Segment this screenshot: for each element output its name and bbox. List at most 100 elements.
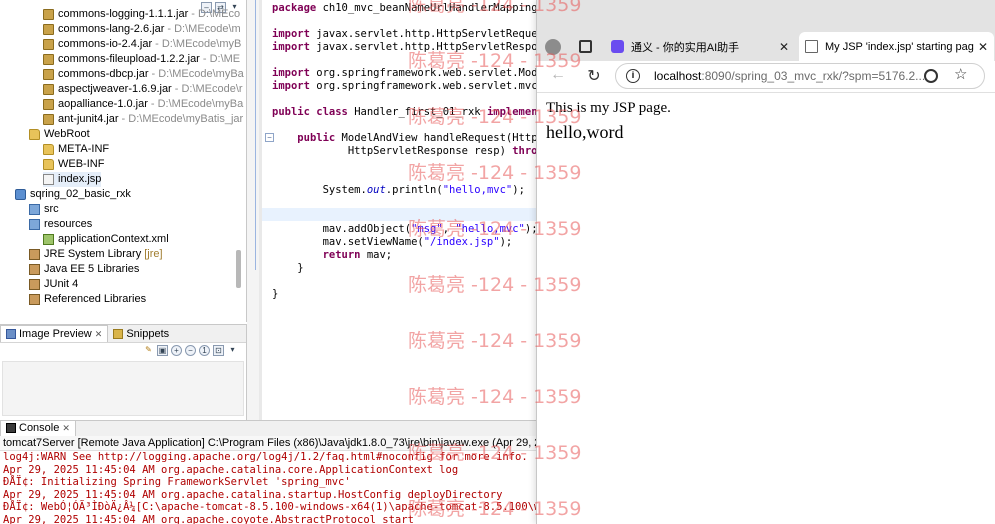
tree-item[interactable]: commons-dbcp.jar - D:\MEcode\myBa	[43, 67, 244, 82]
code-token: import	[272, 67, 310, 79]
jar-icon	[43, 54, 54, 65]
console-line: Apr 29, 2025 11:45:04 AM org.apache.cata…	[3, 488, 503, 501]
tree-item[interactable]: Java EE 5 Libraries	[29, 262, 139, 277]
zoom-out-icon[interactable]: −	[185, 345, 196, 356]
tree-item[interactable]: aspectjweaver-1.6.9.jar - D:\MEcode\r	[43, 82, 243, 97]
fit-window-icon[interactable]: ⊡	[213, 345, 224, 356]
view-menu-icon[interactable]: ▾	[227, 345, 238, 356]
tree-item-path: [jre]	[144, 248, 163, 260]
favorite-star-icon[interactable]: ☆	[954, 65, 967, 83]
code-token: import	[272, 28, 310, 40]
back-button[interactable]: ←	[548, 66, 568, 84]
code-token: class	[316, 106, 348, 118]
tree-item[interactable]: applicationContext.xml	[43, 232, 169, 247]
close-icon[interactable]: ✕	[95, 329, 103, 340]
code-token: ch10_mvc_beanNameUrlHandlerMapping;	[316, 2, 536, 14]
tree-item[interactable]: index.jsp	[43, 172, 102, 187]
tree-item-label: index.jsp	[58, 173, 102, 185]
profile-icon[interactable]	[545, 39, 561, 55]
code-token: "/index.jsp"	[423, 236, 500, 248]
code-line: }	[272, 262, 304, 275]
jar-icon	[43, 69, 54, 80]
console-output[interactable]: log4j:WARN See http://logging.apache.org…	[0, 451, 540, 524]
close-icon[interactable]: ✕	[62, 423, 70, 434]
tree-item[interactable]: aopalliance-1.0.jar - D:\MEcode\myBa	[43, 97, 243, 112]
browser-tab-title: My JSP 'index.jsp' starting page	[825, 40, 974, 53]
tree-item[interactable]: commons-lang-2.6.jar - D:\MEcode\m	[43, 22, 241, 37]
tab-image-preview[interactable]: Image Preview ✕	[0, 325, 109, 342]
browser-tab-tongyi[interactable]: 通义 - 你的实用AI助手 ✕	[605, 32, 795, 61]
tree-item[interactable]: Referenced Libraries	[29, 292, 146, 307]
tree-item-label: src	[44, 203, 59, 215]
tree-item[interactable]: sqring_02_basic_rxk	[15, 187, 131, 202]
code-token: public	[297, 132, 336, 144]
code-token: javax.servlet.http.HttpServletRequest;	[309, 28, 536, 40]
tab-actions-icon[interactable]	[579, 40, 592, 53]
code-token: package	[272, 2, 317, 14]
code-token: System.	[272, 184, 367, 196]
code-token: }	[272, 262, 304, 274]
tree-item[interactable]: WEB-INF	[43, 157, 104, 172]
tree-item-label: commons-io-2.4.jar	[58, 38, 153, 50]
tree-item[interactable]: ant-junit4.jar - D:\MEcode\myBatis_jar	[43, 112, 243, 127]
tree-item[interactable]: commons-io-2.4.jar - D:\MEcode\myB	[43, 37, 241, 52]
tree-item-label: commons-fileupload-1.2.2.jar	[58, 53, 200, 65]
console-line: ÐÅÏ¢: Initializing Spring FrameworkServl…	[3, 476, 351, 488]
code-token: .println(	[385, 184, 443, 196]
url-host: localhost	[654, 69, 702, 83]
save-image-icon[interactable]: ▣	[157, 345, 168, 356]
code-line: }	[272, 288, 278, 301]
console-line: log4j:WARN See http://logging.apache.org…	[3, 451, 528, 463]
code-token: "hello,mvc"	[442, 184, 513, 196]
tree-scrollbar[interactable]	[236, 250, 241, 288]
file-icon	[43, 174, 54, 185]
tab-console[interactable]: Console ✕	[0, 421, 76, 436]
browser-tab-title: 通义 - 你的实用AI助手	[631, 41, 740, 54]
page-output: hello,word	[546, 122, 624, 142]
tree-item[interactable]: resources	[29, 217, 92, 232]
tree-item[interactable]: commons-fileupload-1.2.2.jar - D:\ME	[43, 52, 240, 67]
fold-toggle-icon[interactable]: −	[265, 133, 274, 142]
console-icon	[6, 423, 16, 433]
code-line: return mav;	[272, 249, 393, 262]
tree-item[interactable]: META-INF	[43, 142, 109, 157]
pin-icon[interactable]: ✎	[143, 345, 154, 356]
image-icon	[6, 329, 16, 339]
proj-icon	[15, 189, 26, 200]
tree-item-label: ant-junit4.jar	[58, 113, 119, 125]
browser-titlebar	[537, 0, 995, 28]
console-line: ÐÅÏ¢: WebÓ¦ÓÃ³ÌÐòÄ¿Â¼[C:\apache-tomcat-8…	[3, 501, 540, 513]
change-bar	[255, 0, 256, 270]
lib-icon	[29, 249, 40, 260]
jar-icon	[43, 114, 54, 125]
tree-item[interactable]: src	[29, 202, 59, 217]
code-token: );	[499, 236, 513, 248]
preview-toolbar: ✎ ▣ + − 1 ⊡ ▾	[143, 345, 238, 356]
reload-button[interactable]: ↻	[584, 66, 604, 86]
tab-snippets[interactable]: Snippets	[108, 325, 174, 342]
tree-item[interactable]: JUnit 4	[29, 277, 78, 292]
zoom-in-icon[interactable]: +	[171, 345, 182, 356]
code-token: implements	[486, 106, 536, 118]
tree-item-label: WEB-INF	[58, 158, 105, 170]
tree-item[interactable]: WebRoot	[29, 127, 90, 142]
tree-item-path: - D:\MEcode\myBa	[150, 98, 244, 110]
close-tab-icon[interactable]: ✕	[978, 40, 988, 54]
tree-item-label: aopalliance-1.0.jar	[58, 98, 148, 110]
pkg-icon	[29, 204, 40, 215]
package-explorer: – ⇄ ▾ commons-logging-1.1.1.jar - D:\MEco…	[0, 0, 247, 322]
translate-icon[interactable]	[924, 69, 938, 83]
code-line: import javax.servlet.http.HttpServletRes…	[272, 41, 536, 54]
code-token: );	[524, 223, 536, 235]
site-info-icon[interactable]: i	[626, 69, 640, 83]
close-tab-icon[interactable]: ✕	[779, 40, 789, 54]
browser-tab-jsp[interactable]: My JSP 'index.jsp' starting page ✕	[799, 32, 994, 61]
tree-item[interactable]: JRE System Library [jre]	[29, 247, 163, 262]
tree-item[interactable]: commons-logging-1.1.1.jar - D:\MEco	[43, 7, 240, 22]
tree-item-label: commons-lang-2.6.jar	[58, 23, 165, 35]
code-token: }	[272, 288, 279, 300]
code-token: org.springframework.web.servlet.mvc.Cont…	[316, 80, 536, 92]
folder-icon	[43, 144, 54, 155]
zoom-fit-icon[interactable]: 1	[199, 345, 210, 356]
